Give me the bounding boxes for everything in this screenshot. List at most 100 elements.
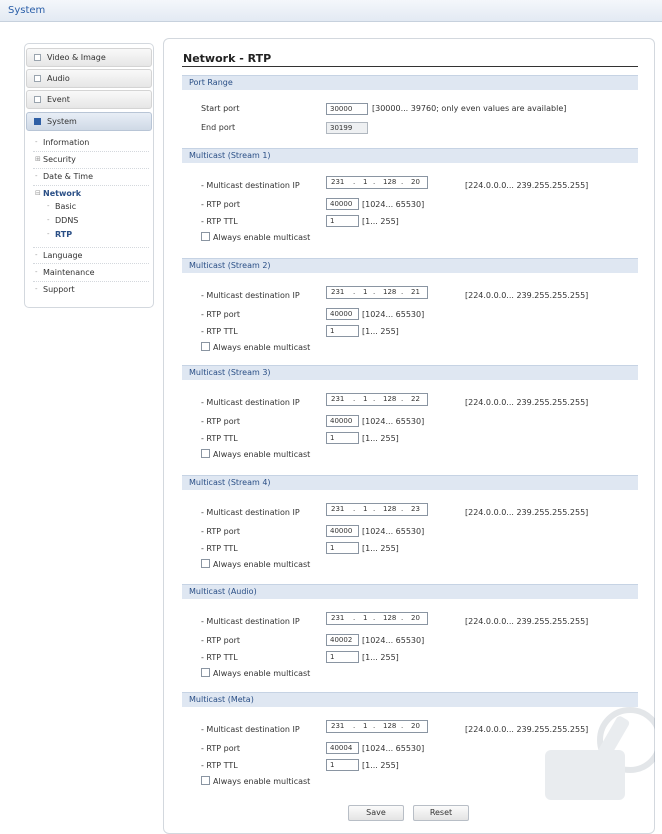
rtp-port-input-meta[interactable] <box>326 742 359 754</box>
rtp-ttl-input-meta[interactable] <box>326 759 359 771</box>
rtp-port-range-hint: [1024... 65530] <box>362 636 425 645</box>
rtp-ttl-range-hint: [1... 255] <box>362 327 399 336</box>
start-port-label: Start port <box>201 104 240 113</box>
watermark-graphic <box>545 707 655 800</box>
nav-sub-date-time[interactable]: - Date & Time <box>33 169 149 186</box>
rtp-port-range-hint: [1024... 65530] <box>362 200 425 209</box>
expand-icon <box>34 54 41 61</box>
end-port-label: End port <box>201 123 236 132</box>
nav-sub-language[interactable]: - Language <box>33 247 149 264</box>
rtp-ttl-range-hint: [1... 255] <box>362 761 399 770</box>
rtp-ttl-input-stream-2[interactable] <box>326 325 359 337</box>
rtp-ttl-label: - RTP TTL <box>201 217 238 226</box>
rtp-ttl-range-hint: [1... 255] <box>362 217 399 226</box>
expand-plus-icon: ⊞ <box>35 155 41 163</box>
multicast-ip-input-stream-3[interactable]: 231 . 1 . 128 . 22 <box>326 393 428 406</box>
rtp-ttl-label: - RTP TTL <box>201 544 238 553</box>
multicast-ip-input-stream-1[interactable]: 231 . 1 . 128 . 20 <box>326 176 428 189</box>
section-header-stream-2: Multicast (Stream 2) <box>182 258 638 273</box>
rtp-port-input-stream-1[interactable] <box>326 198 359 210</box>
multicast-ip-range-hint: [224.0.0.0... 239.255.255.255] <box>465 725 589 734</box>
nav-item-audio[interactable]: Audio <box>26 69 152 88</box>
rtp-port-input-stream-2[interactable] <box>326 308 359 320</box>
multicast-ip-label: - Multicast destination IP <box>201 291 300 300</box>
always-multicast-checkbox-stream-2[interactable] <box>201 342 210 351</box>
multicast-ip-range-hint: [224.0.0.0... 239.255.255.255] <box>465 617 589 626</box>
multicast-ip-input-audio[interactable]: 231 . 1 . 128 . 20 <box>326 612 428 625</box>
rtp-port-label: - RTP port <box>201 636 241 645</box>
multicast-ip-input-stream-2[interactable]: 231 . 1 . 128 . 21 <box>326 286 428 299</box>
rtp-ttl-input-stream-4[interactable] <box>326 542 359 554</box>
always-multicast-checkbox-meta[interactable] <box>201 776 210 785</box>
multicast-ip-label: - Multicast destination IP <box>201 617 300 626</box>
nav-item-system[interactable]: System <box>26 112 152 131</box>
multicast-ip-range-hint: [224.0.0.0... 239.255.255.255] <box>465 508 589 517</box>
always-multicast-checkbox-stream-4[interactable] <box>201 559 210 568</box>
rtp-port-range-hint: [1024... 65530] <box>362 417 425 426</box>
multicast-ip-input-stream-4[interactable]: 231 . 1 . 128 . 23 <box>326 503 428 516</box>
page-title: Network - RTP <box>183 52 272 65</box>
nav-sub-information[interactable]: - Information <box>33 135 149 152</box>
rtp-port-range-hint: [1024... 65530] <box>362 744 425 753</box>
always-multicast-label: Always enable multicast <box>213 450 311 459</box>
start-port-hint: [30000... 39760; only even values are av… <box>372 104 567 113</box>
multicast-ip-label: - Multicast destination IP <box>201 398 300 407</box>
rtp-ttl-range-hint: [1... 255] <box>362 653 399 662</box>
multicast-ip-label: - Multicast destination IP <box>201 181 300 190</box>
title-divider <box>182 66 638 67</box>
nav-network-ddns[interactable]: - DDNS <box>47 215 147 227</box>
multicast-ip-input-meta[interactable]: 231 . 1 . 128 . 20 <box>326 720 428 733</box>
rtp-ttl-label: - RTP TTL <box>201 327 238 336</box>
rtp-ttl-label: - RTP TTL <box>201 761 238 770</box>
expand-icon <box>34 75 41 82</box>
rtp-ttl-label: - RTP TTL <box>201 653 238 662</box>
always-multicast-label: Always enable multicast <box>213 560 311 569</box>
section-header-audio: Multicast (Audio) <box>182 584 638 599</box>
rtp-ttl-input-stream-1[interactable] <box>326 215 359 227</box>
multicast-ip-label: - Multicast destination IP <box>201 508 300 517</box>
rtp-ttl-input-stream-3[interactable] <box>326 432 359 444</box>
always-multicast-checkbox-audio[interactable] <box>201 668 210 677</box>
rtp-port-input-audio[interactable] <box>326 634 359 646</box>
rtp-port-input-stream-3[interactable] <box>326 415 359 427</box>
rtp-port-label: - RTP port <box>201 310 241 319</box>
nav-item-video-image[interactable]: Video & Image <box>26 48 152 67</box>
start-port-input[interactable] <box>326 103 368 115</box>
collapse-icon <box>34 118 41 125</box>
nav-sub-security[interactable]: ⊞ Security <box>33 152 149 169</box>
rtp-ttl-input-audio[interactable] <box>326 651 359 663</box>
rtp-port-label: - RTP port <box>201 527 241 536</box>
collapse-minus-icon: ⊟ <box>35 189 41 197</box>
nav-item-event[interactable]: Event <box>26 90 152 109</box>
reset-button[interactable]: Reset <box>413 805 469 821</box>
section-header-port-range: Port Range <box>182 75 638 90</box>
nav-network-basic[interactable]: - Basic <box>47 201 147 213</box>
top-bar-title: System <box>8 5 46 16</box>
nav-sub-maintenance[interactable]: - Maintenance <box>33 265 149 282</box>
rtp-port-range-hint: [1024... 65530] <box>362 527 425 536</box>
rtp-port-label: - RTP port <box>201 744 241 753</box>
always-multicast-checkbox-stream-1[interactable] <box>201 232 210 241</box>
rtp-port-label: - RTP port <box>201 200 241 209</box>
nav-network-rtp[interactable]: - RTP <box>47 229 147 241</box>
multicast-ip-range-hint: [224.0.0.0... 239.255.255.255] <box>465 398 589 407</box>
save-button[interactable]: Save <box>348 805 404 821</box>
always-multicast-label: Always enable multicast <box>213 233 311 242</box>
side-navigation: Video & Image Audio Event System - Infor… <box>24 43 154 308</box>
expand-icon <box>34 96 41 103</box>
end-port-readonly <box>326 122 368 134</box>
rtp-ttl-range-hint: [1... 255] <box>362 544 399 553</box>
top-bar: System <box>0 0 662 22</box>
rtp-port-label: - RTP port <box>201 417 241 426</box>
rtp-port-range-hint: [1024... 65530] <box>362 310 425 319</box>
rtp-ttl-label: - RTP TTL <box>201 434 238 443</box>
multicast-ip-range-hint: [224.0.0.0... 239.255.255.255] <box>465 181 589 190</box>
section-header-meta: Multicast (Meta) <box>182 692 638 707</box>
rtp-port-input-stream-4[interactable] <box>326 525 359 537</box>
always-multicast-checkbox-stream-3[interactable] <box>201 449 210 458</box>
always-multicast-label: Always enable multicast <box>213 669 311 678</box>
always-multicast-label: Always enable multicast <box>213 777 311 786</box>
section-header-stream-1: Multicast (Stream 1) <box>182 148 638 163</box>
multicast-ip-label: - Multicast destination IP <box>201 725 300 734</box>
nav-sub-support[interactable]: - Support <box>33 282 149 299</box>
